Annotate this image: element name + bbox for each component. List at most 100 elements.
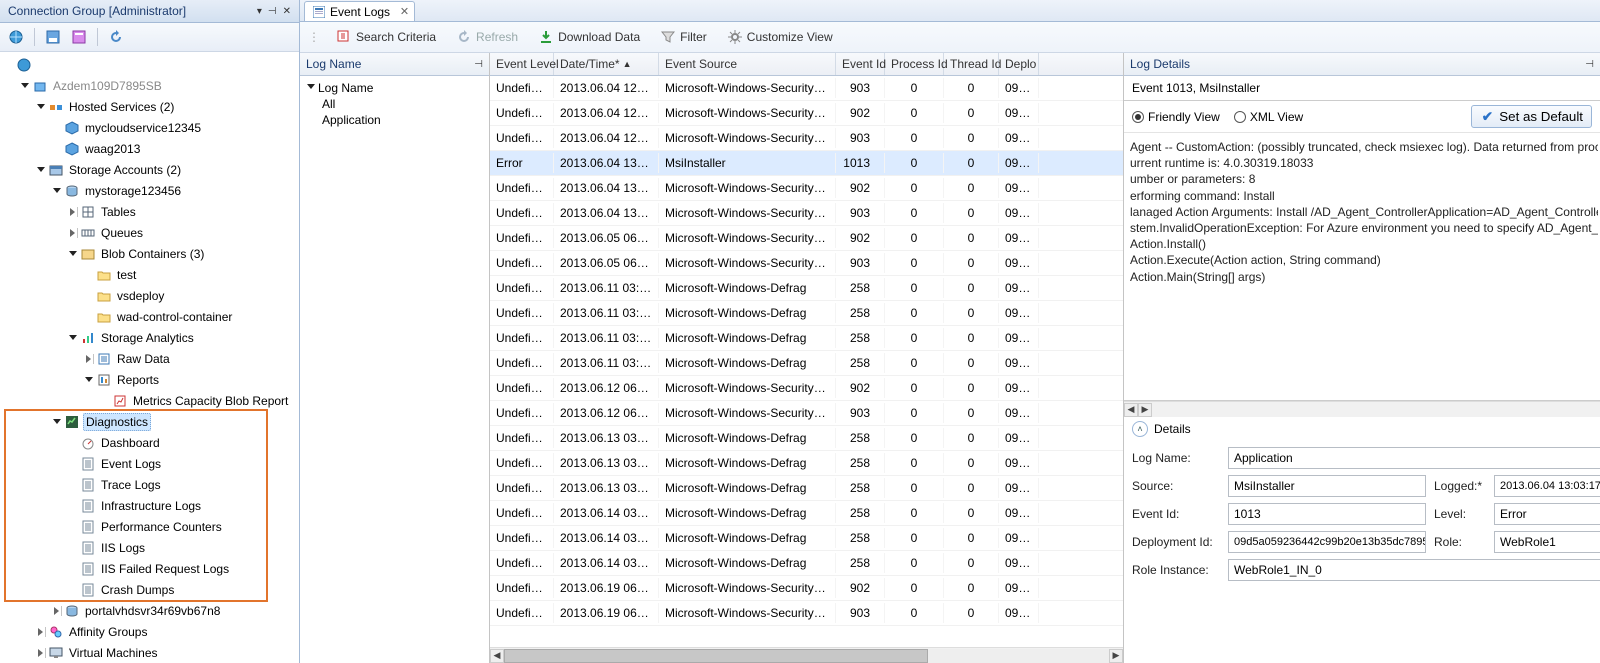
details-hscrollbar[interactable]: ◀ ▶ bbox=[1124, 401, 1600, 417]
table-row[interactable]: Undefined2013.06.11 03:29:09Microsoft-Wi… bbox=[490, 276, 1123, 301]
tree-node[interactable]: Affinity Groups bbox=[0, 621, 299, 642]
collapse-icon[interactable] bbox=[84, 354, 94, 364]
globe-icon[interactable] bbox=[6, 27, 26, 47]
col-thread-id[interactable]: Thread Id bbox=[944, 53, 999, 75]
refresh-icon[interactable] bbox=[106, 27, 126, 47]
table-row[interactable]: Undefined2013.06.04 12:58:34Microsoft-Wi… bbox=[490, 126, 1123, 151]
filter-button[interactable]: Filter bbox=[656, 26, 711, 48]
collapse-icon[interactable] bbox=[68, 207, 78, 217]
table-row[interactable]: Undefined2013.06.14 03:16:23Microsoft-Wi… bbox=[490, 551, 1123, 576]
pin-icon[interactable]: ⊣ bbox=[1585, 59, 1594, 70]
tree-node[interactable]: Event Logs bbox=[0, 453, 299, 474]
logname-root[interactable]: Log Name bbox=[318, 81, 373, 95]
table-row[interactable]: Undefined2013.06.05 06:31:34Microsoft-Wi… bbox=[490, 226, 1123, 251]
expand-icon[interactable] bbox=[36, 102, 46, 112]
tree-node[interactable]: Queues bbox=[0, 222, 299, 243]
disk-icon[interactable] bbox=[43, 27, 63, 47]
table-row[interactable]: Undefined2013.06.11 03:29:14Microsoft-Wi… bbox=[490, 326, 1123, 351]
tree-node[interactable]: mystorage123456 bbox=[0, 180, 299, 201]
close-tab-icon[interactable]: ✕ bbox=[400, 5, 409, 18]
set-default-button[interactable]: ✔Set as Default bbox=[1471, 105, 1592, 128]
expand-icon[interactable] bbox=[52, 186, 62, 196]
tree-node[interactable]: IIS Failed Request Logs bbox=[0, 558, 299, 579]
expand-icon[interactable] bbox=[52, 417, 62, 427]
expand-icon[interactable] bbox=[36, 165, 46, 175]
logname-tree[interactable]: Log Name AllApplication bbox=[300, 76, 489, 132]
search-criteria-button[interactable]: Search Criteria bbox=[332, 26, 440, 48]
table-row[interactable]: Undefined2013.06.11 03:29:14Microsoft-Wi… bbox=[490, 351, 1123, 376]
table-row[interactable]: Undefined2013.06.14 03:16:23Microsoft-Wi… bbox=[490, 526, 1123, 551]
tree-node[interactable]: Raw Data bbox=[0, 348, 299, 369]
radio-friendly-view[interactable]: Friendly View bbox=[1132, 110, 1220, 124]
tree-node[interactable]: portalvhdsvr34r69vb67n8 bbox=[0, 600, 299, 621]
tree-node[interactable]: Virtual Machines bbox=[0, 642, 299, 663]
collapse-icon[interactable] bbox=[68, 228, 78, 238]
collapse-icon[interactable] bbox=[36, 648, 46, 658]
col-event-id[interactable]: Event Id bbox=[836, 53, 885, 75]
expand-icon[interactable] bbox=[306, 82, 316, 92]
tree-node[interactable]: Diagnostics bbox=[0, 411, 299, 432]
tree-node[interactable]: waag2013 bbox=[0, 138, 299, 159]
table-row[interactable]: Undefined2013.06.11 03:29:10Microsoft-Wi… bbox=[490, 301, 1123, 326]
customize-button[interactable]: Customize View bbox=[723, 26, 837, 48]
pin-icon[interactable]: ⊣ bbox=[474, 59, 483, 70]
logname-item[interactable]: Application bbox=[322, 112, 483, 128]
tree-node[interactable]: vsdeploy bbox=[0, 285, 299, 306]
scroll-left-icon[interactable]: ◀ bbox=[490, 649, 504, 663]
scroll-left-icon[interactable]: ◀ bbox=[1124, 403, 1138, 417]
col-deployment[interactable]: Deplo bbox=[999, 53, 1039, 75]
expand-icon[interactable] bbox=[68, 333, 78, 343]
tree-node[interactable] bbox=[0, 54, 299, 75]
table-row[interactable]: Undefined2013.06.04 12:57:46Microsoft-Wi… bbox=[490, 76, 1123, 101]
tree-node[interactable]: Infrastructure Logs bbox=[0, 495, 299, 516]
table-row[interactable]: Undefined2013.06.13 03:17:27Microsoft-Wi… bbox=[490, 426, 1123, 451]
pin-icon[interactable]: ⊣ bbox=[268, 6, 277, 17]
table-row[interactable]: Undefined2013.06.19 06:32:32Microsoft-Wi… bbox=[490, 601, 1123, 626]
grid-hscrollbar[interactable]: ◀ ▶ bbox=[490, 647, 1123, 663]
tree-node[interactable]: Tables bbox=[0, 201, 299, 222]
tree-node[interactable]: wad-control-container bbox=[0, 306, 299, 327]
tree-node[interactable]: IIS Logs bbox=[0, 537, 299, 558]
tree-node[interactable]: Crash Dumps bbox=[0, 579, 299, 600]
logname-item[interactable]: All bbox=[322, 96, 483, 112]
tab-event-logs[interactable]: Event Logs ✕ bbox=[304, 1, 415, 21]
expand-icon[interactable] bbox=[68, 249, 78, 259]
connection-tree[interactable]: Azdem109D7895SBHosted Services (2)myclou… bbox=[0, 52, 299, 663]
expand-icon[interactable] bbox=[20, 81, 30, 91]
table-row[interactable]: Error2013.06.04 13:03:17MsiInstaller1013… bbox=[490, 151, 1123, 176]
table-row[interactable]: Undefined2013.06.12 06:31:56Microsoft-Wi… bbox=[490, 401, 1123, 426]
grid-body[interactable]: Undefined2013.06.04 12:57:46Microsoft-Wi… bbox=[490, 76, 1123, 647]
close-icon[interactable]: ✕ bbox=[283, 6, 291, 17]
scroll-right-icon[interactable]: ▶ bbox=[1138, 403, 1152, 417]
table-row[interactable]: Undefined2013.06.13 03:17:32Microsoft-Wi… bbox=[490, 476, 1123, 501]
table-row[interactable]: Undefined2013.06.19 06:30:56Microsoft-Wi… bbox=[490, 576, 1123, 601]
table-row[interactable]: Undefined2013.06.04 12:58:04Microsoft-Wi… bbox=[490, 101, 1123, 126]
tree-node[interactable]: Dashboard bbox=[0, 432, 299, 453]
table-row[interactable]: Undefined2013.06.13 03:17:32Microsoft-Wi… bbox=[490, 451, 1123, 476]
table-row[interactable]: Undefined2013.06.14 03:16:18Microsoft-Wi… bbox=[490, 501, 1123, 526]
tree-node[interactable]: Storage Accounts (2) bbox=[0, 159, 299, 180]
table-row[interactable]: Undefined2013.06.05 06:32:04Microsoft-Wi… bbox=[490, 251, 1123, 276]
tree-node[interactable]: Metrics Capacity Blob Report bbox=[0, 390, 299, 411]
dropdown-icon[interactable]: ▾ bbox=[257, 6, 262, 17]
col-datetime[interactable]: Date/Time*▲ bbox=[554, 53, 659, 75]
table-row[interactable]: Undefined2013.06.04 13:08:08Microsoft-Wi… bbox=[490, 201, 1123, 226]
table-row[interactable]: Undefined2013.06.12 06:31:04Microsoft-Wi… bbox=[490, 376, 1123, 401]
download-button[interactable]: Download Data bbox=[534, 26, 644, 48]
details-section-header[interactable]: ˄ Details bbox=[1124, 417, 1600, 441]
collapse-icon[interactable] bbox=[52, 606, 62, 616]
app-icon[interactable] bbox=[69, 27, 89, 47]
col-event-level[interactable]: Event Level bbox=[490, 53, 554, 75]
table-row[interactable]: Undefined2013.06.04 13:07:38Microsoft-Wi… bbox=[490, 176, 1123, 201]
collapse-icon[interactable] bbox=[36, 627, 46, 637]
tree-node[interactable]: Performance Counters bbox=[0, 516, 299, 537]
tree-node[interactable]: Trace Logs bbox=[0, 474, 299, 495]
tree-node[interactable]: Blob Containers (3) bbox=[0, 243, 299, 264]
scroll-right-icon[interactable]: ▶ bbox=[1109, 649, 1123, 663]
tree-node[interactable]: mycloudservice12345 bbox=[0, 117, 299, 138]
tree-node[interactable]: Azdem109D7895SB bbox=[0, 75, 299, 96]
radio-xml-view[interactable]: XML View bbox=[1234, 110, 1303, 124]
tree-node[interactable]: test bbox=[0, 264, 299, 285]
tree-node[interactable]: Hosted Services (2) bbox=[0, 96, 299, 117]
col-event-source[interactable]: Event Source bbox=[659, 53, 836, 75]
